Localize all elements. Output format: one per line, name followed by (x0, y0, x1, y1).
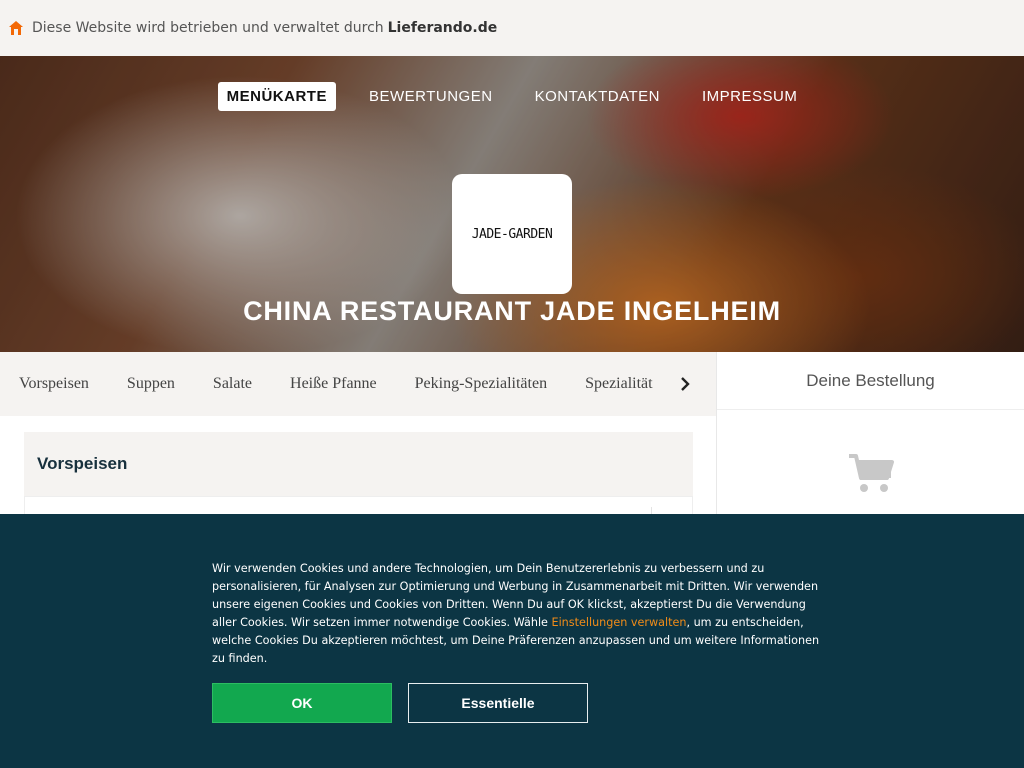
nav-item-bewertungen[interactable]: BEWERTUNGEN (360, 82, 502, 111)
menu-item-row[interactable] (24, 496, 693, 517)
menu-section-title: Vorspeisen (37, 454, 128, 473)
category-bar: Vorspeisen Suppen Salate Heiße Pfanne Pe… (0, 352, 716, 416)
operator-brand-link[interactable]: Lieferando.de (388, 20, 498, 36)
menu-section-header: Vorspeisen (24, 432, 693, 496)
category-item[interactable]: Heiße Pfanne (290, 375, 377, 393)
category-item[interactable]: Vorspeisen (19, 375, 89, 393)
operator-notice-text: Diese Website wird betrieben und verwalt… (32, 20, 384, 36)
chevron-right-icon[interactable] (674, 372, 696, 396)
manage-settings-link[interactable]: Einstellungen verwalten (552, 616, 687, 629)
category-list: Vorspeisen Suppen Salate Heiße Pfanne Pe… (19, 352, 653, 416)
category-item[interactable]: Peking-Spezialitäten (415, 375, 547, 393)
hero-banner: MENÜKARTE BEWERTUNGEN KONTAKTDATEN IMPRE… (0, 56, 1024, 352)
nav-item-kontaktdaten[interactable]: KONTAKTDATEN (526, 82, 669, 111)
restaurant-name: CHINA RESTAURANT JADE INGELHEIM (243, 296, 781, 326)
cookie-text: Wir verwenden Cookies und andere Technol… (212, 560, 822, 668)
nav-item-menukarte[interactable]: MENÜKARTE (217, 82, 336, 111)
restaurant-logo-text: JADE-GARDEN (471, 226, 553, 242)
cookie-banner: Wir verwenden Cookies und andere Technol… (0, 514, 1024, 768)
operator-notice-bar: Diese Website wird betrieben und verwalt… (0, 0, 1024, 56)
accept-all-button[interactable]: OK (212, 683, 392, 723)
main-nav: MENÜKARTE BEWERTUNGEN KONTAKTDATEN IMPRE… (0, 82, 1024, 111)
cart-icon (849, 454, 894, 492)
order-panel: Deine Bestellung (716, 352, 1024, 522)
category-item[interactable]: Suppen (127, 375, 175, 393)
nav-item-impressum[interactable]: IMPRESSUM (693, 82, 806, 111)
essential-cookies-button[interactable]: Essentielle (408, 683, 588, 723)
restaurant-logo: JADE-GARDEN (452, 174, 572, 294)
home-icon (9, 21, 23, 35)
category-item[interactable]: Spezialitäten (585, 375, 653, 393)
category-item[interactable]: Salate (213, 375, 252, 393)
order-title: Deine Bestellung (717, 352, 1024, 410)
